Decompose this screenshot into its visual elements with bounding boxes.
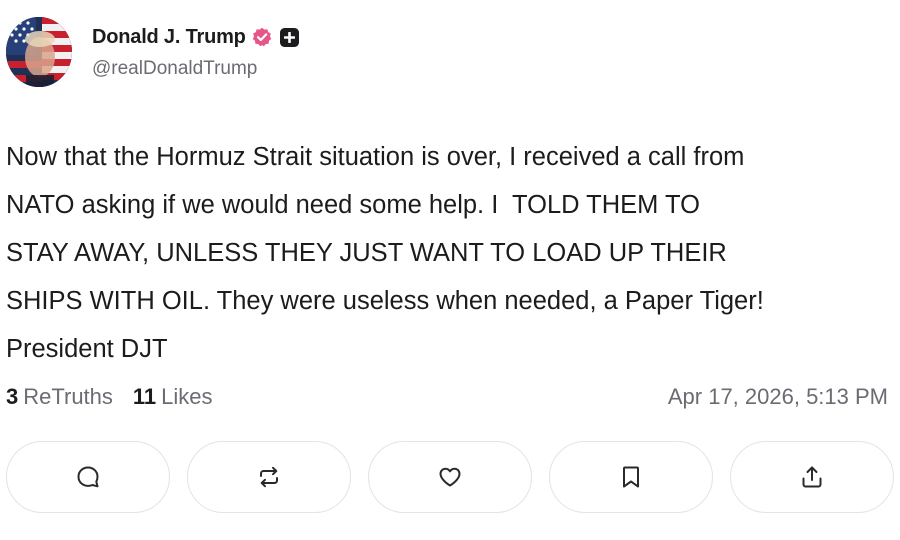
retruths-stat[interactable]: 3 ReTruths	[6, 384, 113, 410]
post-stats: 3 ReTruths 11 Likes	[6, 380, 213, 414]
name-row: Donald J. Trump	[92, 24, 492, 50]
likes-label: Likes	[161, 384, 213, 409]
action-bar	[6, 441, 896, 513]
avatar-flag-portrait	[6, 17, 72, 87]
author-info: Donald J. Trump @realDonaldTrump	[92, 24, 492, 80]
retruth-button[interactable]	[187, 441, 351, 513]
share-button[interactable]	[730, 441, 894, 513]
post-content: Now that the Hormuz Strait situation is …	[6, 143, 764, 363]
reply-button[interactable]	[6, 441, 170, 513]
repost-icon	[260, 466, 278, 488]
verified-badge-icon	[252, 27, 272, 47]
bookmark-icon	[623, 466, 639, 488]
post-card: Donald J. Trump @realDonaldTrump Now tha…	[0, 0, 900, 540]
author-display-name[interactable]: Donald J. Trump	[92, 26, 246, 49]
avatar[interactable]	[6, 17, 72, 87]
post-header: Donald J. Trump @realDonaldTrump	[6, 16, 299, 88]
likes-stat[interactable]: 11 Likes	[133, 384, 213, 410]
truth-social-badge-icon	[279, 27, 299, 47]
heart-icon	[439, 467, 461, 487]
share-icon	[802, 466, 822, 488]
retruths-count: 3	[6, 384, 19, 409]
likes-count: 11	[132, 384, 157, 409]
comment-icon	[77, 466, 99, 488]
bookmark-button[interactable]	[549, 441, 713, 513]
author-handle[interactable]: @realDonaldTrump	[92, 58, 492, 80]
like-button[interactable]	[368, 441, 532, 513]
retruths-label: ReTruths	[23, 384, 113, 409]
post-timestamp[interactable]: Apr 17, 2026, 5:13 PM	[668, 380, 888, 414]
